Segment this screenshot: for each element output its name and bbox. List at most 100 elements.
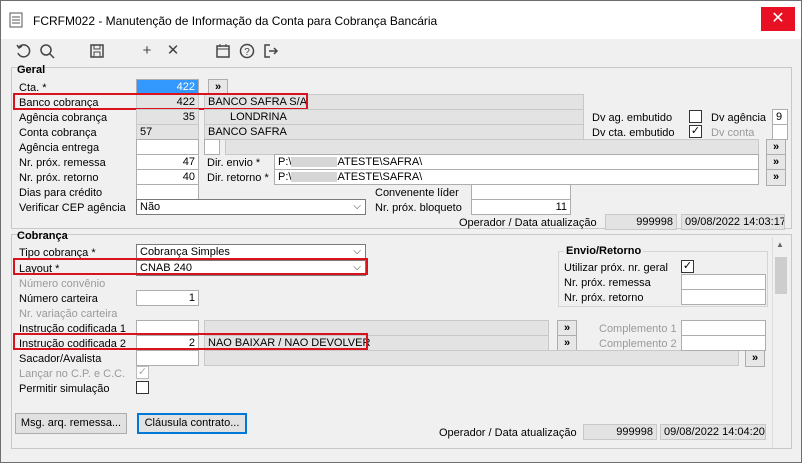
dias-credito-label: Dias para crédito [19, 187, 103, 199]
msg-remessa-button[interactable]: Msg. arq. remessa... [15, 413, 127, 434]
complemento1-input[interactable] [681, 320, 766, 336]
dir-envio-label: Dir. envio * [207, 157, 261, 169]
dir-retorno-browse[interactable]: » [766, 169, 786, 186]
prox-retorno-label: Nr. próx. retorno [19, 172, 99, 184]
lancar-checkbox[interactable]: ✓ [136, 366, 149, 379]
delete-icon[interactable]: ✕ [163, 41, 183, 61]
exit-icon[interactable] [261, 41, 281, 61]
agencia-name-text: LONDRINA [230, 111, 287, 123]
toolbar: + ✕ ? [1, 39, 801, 63]
dir-retorno-prefix: P:\ [278, 171, 292, 183]
prox-remessa-label: Nr. próx. remessa [19, 157, 106, 169]
agencia-code: 35 [136, 109, 199, 125]
vertical-scrollbar[interactable]: ▲ [772, 237, 789, 448]
envio-retorno-title: Envio/Retorno [564, 244, 644, 258]
dir-envio-input[interactable]: P:\ ATESTE\SAFRA\ [274, 154, 759, 170]
chevron-down-icon: ⌵ [353, 246, 361, 257]
window-title: FCRFM022 - Manutenção de Informação da C… [33, 14, 438, 28]
sacador-name [204, 350, 739, 366]
svg-text:?: ? [244, 47, 250, 58]
numero-carteira-label: Número carteira [19, 293, 98, 305]
dv-conta-input[interactable] [772, 124, 788, 140]
dias-credito-input[interactable] [136, 184, 199, 200]
convenente-label: Convenente líder [375, 187, 459, 199]
complemento2-label: Complemento 2 [599, 338, 677, 350]
bloqueto-input[interactable]: 11 [471, 199, 571, 215]
close-button[interactable]: ✕ [761, 7, 795, 31]
geral-section-title: Geral [17, 64, 46, 76]
cobranca-operador-label: Operador / Data atualização [439, 427, 577, 439]
main-window: FCRFM022 - Manutenção de Informação da C… [0, 0, 802, 463]
dir-retorno-input[interactable]: P:\ ATESTE\SAFRA\ [274, 169, 759, 185]
calendar-icon[interactable] [213, 41, 233, 61]
dir-envio-suffix: ATESTE\SAFRA\ [337, 156, 423, 168]
sacador-input[interactable] [136, 350, 199, 366]
prox-remessa-input[interactable]: 47 [136, 154, 199, 170]
dir-envio-prefix: P:\ [278, 156, 292, 168]
cep-select[interactable]: Não ⌵ [136, 199, 366, 215]
clausula-contrato-button[interactable]: Cláusula contrato... [137, 413, 247, 434]
redacted-path [291, 157, 338, 168]
conta-label: Conta cobrança [19, 127, 97, 139]
cobranca-operador-value: 999998 [583, 424, 657, 440]
nr-remessa-label: Nr. próx. remessa [564, 277, 651, 289]
scrollbar-thumb[interactable] [775, 257, 787, 294]
dv-agencia-input[interactable]: 9 [772, 109, 788, 125]
simulacao-label: Permitir simulação [19, 383, 110, 395]
utilizar-label: Utilizar próx. nr. geral [564, 262, 668, 274]
cep-label: Verificar CEP agência [19, 202, 126, 214]
add-icon[interactable]: + [137, 41, 157, 61]
dv-agencia-label: Dv agência [711, 112, 767, 124]
search-icon[interactable] [37, 41, 57, 61]
agencia-entrega-dv[interactable] [204, 139, 220, 155]
dv-ag-embutido-checkbox[interactable] [689, 110, 702, 123]
dv-cta-embutido-checkbox[interactable]: ✓ [689, 125, 702, 138]
save-icon[interactable] [87, 41, 107, 61]
geral-data-value: 09/08/2022 14:03:17 [681, 214, 785, 230]
banco-highlight [13, 93, 308, 110]
lancar-label: Lançar no C.P. e C.C. [19, 368, 126, 380]
dir-retorno-label: Dir. retorno * [207, 172, 269, 184]
redacted-path [291, 172, 338, 183]
nr-remessa-input[interactable] [681, 274, 766, 290]
geral-operador-label: Operador / Data atualização [459, 217, 597, 229]
nr-retorno-label: Nr. próx. retorno [564, 292, 644, 304]
scroll-up-icon[interactable]: ▲ [776, 240, 784, 249]
sacador-lookup[interactable]: » [745, 350, 765, 367]
agencia-entrega-input[interactable] [136, 139, 199, 155]
variacao-carteira-label: Nr. variação carteira [19, 308, 118, 320]
cobranca-data-value: 09/08/2022 14:04:20 [660, 424, 766, 440]
bloqueto-label: Nr. próx. bloqueto [375, 202, 462, 214]
cobranca-section-title: Cobrança [17, 230, 68, 242]
cep-select-value: Não [140, 201, 161, 213]
chevron-down-icon: ⌵ [353, 201, 361, 212]
conta-name: BANCO SAFRA [204, 124, 584, 140]
sacador-label: Sacador/Avalista [19, 353, 102, 365]
dir-retorno-suffix: ATESTE\SAFRA\ [337, 171, 423, 183]
simulacao-checkbox[interactable] [136, 381, 149, 394]
document-icon [9, 12, 23, 28]
tipo-cobranca-value: Cobrança Simples [140, 246, 230, 258]
geral-operador-value: 999998 [605, 214, 677, 230]
agencia-name: LONDRINA [204, 109, 584, 125]
numero-carteira-input[interactable]: 1 [136, 290, 199, 306]
agencia-entrega-label: Agência entrega [19, 142, 100, 154]
dv-cta-embutido-label: Dv cta. embutido [592, 127, 675, 139]
help-icon[interactable]: ? [237, 41, 257, 61]
layout-highlight [13, 258, 368, 275]
complemento2-input[interactable] [681, 335, 766, 351]
utilizar-checkbox[interactable]: ✓ [681, 260, 694, 273]
instrucao2-highlight [13, 333, 368, 350]
dv-ag-embutido-label: Dv ag. embutido [592, 112, 673, 124]
nr-retorno-input[interactable] [681, 289, 766, 305]
prox-retorno-input[interactable]: 40 [136, 169, 199, 185]
complemento1-label: Complemento 1 [599, 323, 677, 335]
dv-conta-label: Dv conta [711, 127, 755, 139]
title-bar: FCRFM022 - Manutenção de Informação da C… [1, 1, 801, 39]
agencia-entrega-name [225, 139, 759, 155]
undo-icon[interactable] [13, 41, 33, 61]
agencia-label: Agência cobrança [19, 112, 108, 124]
conta-value: 57 [136, 124, 199, 140]
convenente-input[interactable] [471, 184, 571, 200]
numero-convenio-label: Número convênio [19, 278, 106, 290]
